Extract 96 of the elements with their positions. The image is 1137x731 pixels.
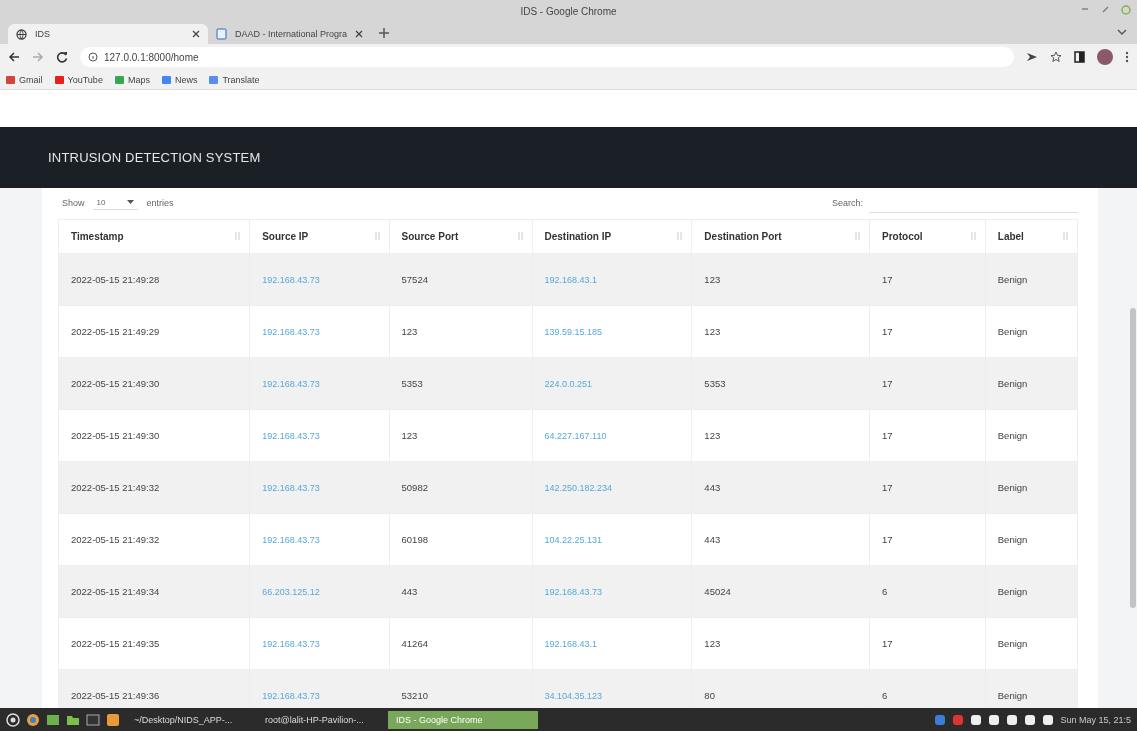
- show-label: Show: [62, 197, 85, 208]
- table-cell: 17: [882, 430, 893, 441]
- navbar-title: INTRUSION DETECTION SYSTEM: [48, 150, 261, 165]
- table-cell: 60198: [401, 534, 428, 545]
- table-cell: 123: [401, 430, 418, 441]
- sort-icon: [516, 231, 524, 241]
- table-cell: 443: [704, 482, 721, 493]
- column-header[interactable]: Destination Port: [691, 219, 870, 254]
- chevron-icon[interactable]: [1117, 29, 1127, 36]
- table-cell: Benign: [997, 326, 1028, 337]
- close-icon[interactable]: [192, 30, 200, 38]
- sort-icon: [373, 231, 381, 241]
- window-title: IDS - Google Chrome: [520, 5, 617, 17]
- table-cell: 6: [882, 586, 888, 597]
- table-cell: 2022-05-15 21:49:32: [71, 534, 160, 545]
- app-icon[interactable]: [106, 712, 120, 727]
- table-cell: Benign: [997, 586, 1028, 597]
- sort-icon: [234, 231, 242, 241]
- sort-icon: [854, 231, 862, 241]
- table-cell: 80: [704, 690, 715, 701]
- table-cell: 45024: [704, 586, 731, 597]
- table-cell: 41264: [401, 638, 428, 649]
- profile-avatar[interactable]: [1097, 49, 1113, 65]
- sidebar-icon[interactable]: [1074, 51, 1085, 63]
- table-cell: 2022-05-15 21:49:32: [71, 482, 160, 493]
- close-icon[interactable]: [355, 30, 364, 38]
- send-icon[interactable]: [1026, 52, 1038, 62]
- table-cell: 123: [401, 326, 418, 337]
- table-cell: 17: [882, 326, 893, 337]
- table-cell: Benign: [997, 638, 1028, 649]
- table-cell: 2022-05-15 21:49:29: [71, 326, 160, 337]
- bookmark[interactable]: YouTube: [54, 74, 103, 85]
- table-cell: Benign: [997, 274, 1028, 285]
- column-header[interactable]: Protocol: [869, 219, 986, 254]
- star-icon[interactable]: [1050, 51, 1062, 63]
- reload-icon[interactable]: [56, 51, 68, 63]
- table-cell: 2022-05-15 21:49:34: [71, 586, 160, 597]
- sort-icon: [676, 231, 684, 241]
- table-cell: Benign: [997, 690, 1028, 701]
- menu-icon[interactable]: [1125, 51, 1129, 63]
- table-cell: 57524: [401, 274, 428, 285]
- column-header[interactable]: Timestamp: [58, 219, 250, 254]
- table-cell: 17: [882, 482, 893, 493]
- sort-icon: [1062, 231, 1069, 241]
- table-cell: 53210: [401, 690, 428, 701]
- table-cell: 2022-05-15 21:49:30: [71, 430, 160, 441]
- entries-select[interactable]: 10: [92, 195, 139, 210]
- table-cell: 17: [882, 378, 893, 389]
- clock[interactable]: Sun May 15, 21:5: [1060, 714, 1131, 725]
- browser-icon[interactable]: [26, 712, 40, 727]
- globe-icon: [16, 28, 27, 40]
- address-field[interactable]: 127.0.0.1:8000/home: [80, 47, 1014, 67]
- table-cell: 123: [704, 274, 721, 285]
- column-header[interactable]: Source IP: [249, 219, 390, 254]
- bookmark[interactable]: Maps: [114, 74, 150, 85]
- table-cell: 17: [882, 638, 893, 649]
- bookmark[interactable]: News: [161, 74, 198, 85]
- new-tab-icon[interactable]: [379, 28, 390, 38]
- table-cell: 17: [882, 274, 893, 285]
- taskbar-window[interactable]: root@lalit-HP-Pavilion-...: [257, 710, 382, 729]
- sort-icon: [969, 231, 977, 241]
- table-cell: 5353: [401, 378, 423, 389]
- back-icon[interactable]: [8, 51, 20, 63]
- maximize-icon[interactable]: [1101, 5, 1109, 13]
- table-cell: 6: [882, 690, 888, 701]
- start-menu-icon[interactable]: [6, 712, 20, 727]
- table-cell: Benign: [997, 482, 1028, 493]
- table-cell: 2022-05-15 21:49:35: [71, 638, 160, 649]
- table-cell: 443: [704, 534, 721, 545]
- column-header[interactable]: Source Port: [389, 219, 532, 254]
- search-label: Search:: [831, 197, 863, 208]
- table-cell: 123: [704, 638, 721, 649]
- table-cell: Benign: [997, 378, 1028, 389]
- taskbar-window[interactable]: ~/Desktop/NIDS_APP-...: [126, 710, 251, 729]
- table-cell: 2022-05-15 21:49:30: [71, 378, 160, 389]
- table-cell: 2022-05-15 21:49:28: [71, 274, 160, 285]
- scrollbar-thumb[interactable]: [1130, 308, 1136, 608]
- bookmark[interactable]: Gmail: [6, 74, 43, 85]
- table-cell: 17: [882, 534, 893, 545]
- table-cell: 5353: [704, 378, 726, 389]
- table-cell: Benign: [997, 430, 1028, 441]
- document-icon: [216, 28, 227, 40]
- bookmark[interactable]: Translate: [209, 74, 260, 85]
- table-cell: 2022-05-15 21:49:36: [71, 690, 160, 701]
- browser-tab[interactable]: IDS: [8, 24, 208, 44]
- column-header[interactable]: Destination IP: [532, 219, 692, 254]
- table-cell: 443: [401, 586, 418, 597]
- info-icon: [88, 52, 98, 62]
- entries-label: entries: [146, 197, 174, 208]
- table-cell: 50982: [401, 482, 428, 493]
- column-header[interactable]: Label: [985, 219, 1078, 254]
- browser-tab[interactable]: DAAD - International Progra: [208, 24, 372, 44]
- table-cell: Benign: [997, 534, 1028, 545]
- caret-icon: [127, 199, 135, 205]
- table-cell: 123: [704, 326, 721, 337]
- table-cell: 123: [704, 430, 721, 441]
